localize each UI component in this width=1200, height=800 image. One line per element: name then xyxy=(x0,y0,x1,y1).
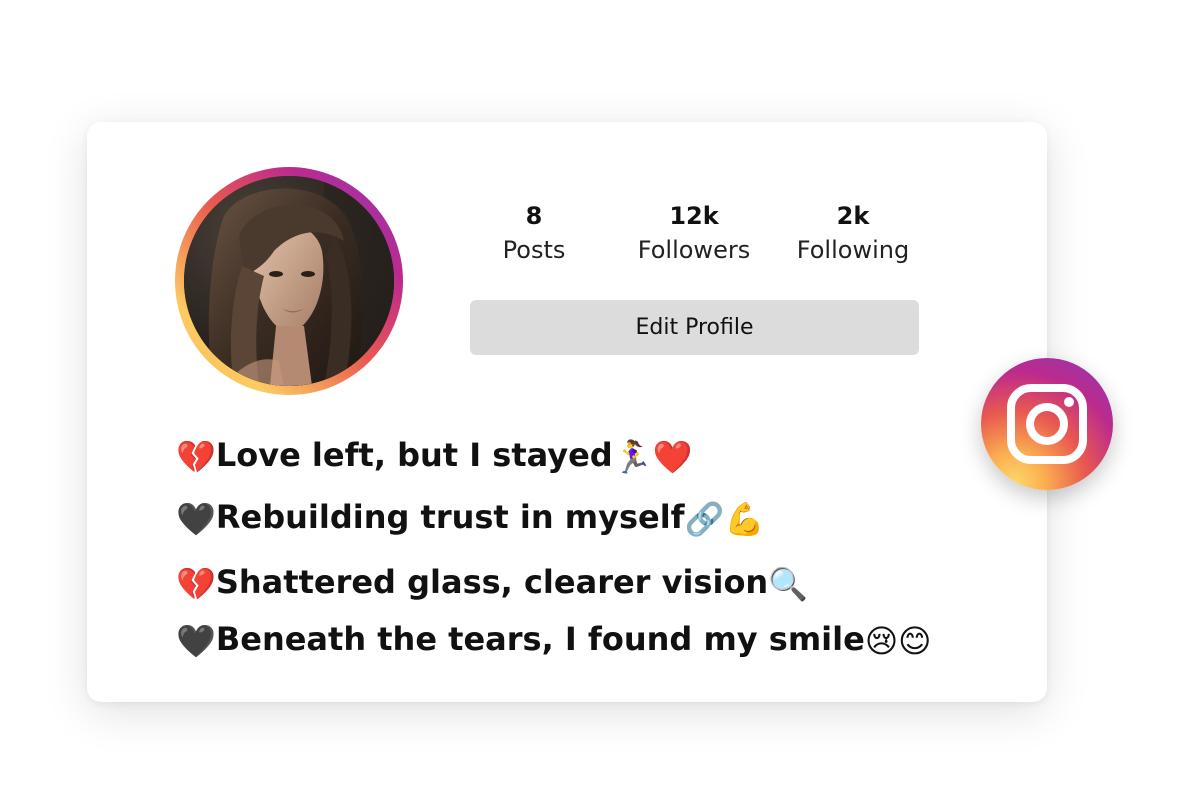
running-woman-red-heart-icon: 🏃‍♀️❤️ xyxy=(612,438,693,476)
stat-following-count: 2k xyxy=(836,202,870,230)
black-heart-icon: 🖤 xyxy=(176,622,216,660)
stat-following-label: Following xyxy=(796,236,910,264)
stat-followers-label: Followers xyxy=(637,236,751,264)
avatar xyxy=(184,176,394,386)
edit-profile-button[interactable]: Edit Profile xyxy=(470,300,919,355)
bio-line-3-text: Shattered glass, clearer vision xyxy=(215,563,769,601)
bio-line-4-text: Beneath the tears, I found my smile xyxy=(215,620,865,658)
bio-line-4: 🖤 Beneath the tears, I found my smile😢😊 xyxy=(176,614,932,664)
magnifying-glass-icon: 🔍 xyxy=(768,565,809,603)
instagram-logo-icon xyxy=(981,358,1113,490)
crying-smiling-face-icon: 😢😊 xyxy=(864,622,932,660)
stat-followers[interactable]: 12k Followers xyxy=(619,200,769,268)
bio-line-1-text: Love left, but I stayed xyxy=(215,436,613,474)
stat-posts-count: 8 xyxy=(525,202,543,230)
broken-heart-icon: 💔 xyxy=(176,565,216,603)
avatar-story-ring[interactable] xyxy=(175,167,403,395)
stat-following[interactable]: 2k Following xyxy=(778,200,928,268)
profile-stats: 8 Posts 12k Followers 2k Following xyxy=(470,200,920,270)
instagram-glyph-icon xyxy=(1007,384,1087,464)
bio-line-2-text: Rebuilding trust in myself xyxy=(215,498,685,536)
bio-line-3: 💔Shattered glass, clearer vision🔍 xyxy=(176,557,808,607)
bio-line-1: 💔Love left, but I stayed🏃‍♀️❤️ xyxy=(176,430,692,480)
avatar-image xyxy=(184,176,394,386)
black-heart-icon: 🖤 xyxy=(176,500,216,538)
link-flexed-biceps-icon: 🔗💪 xyxy=(684,500,765,538)
stat-posts[interactable]: 8 Posts xyxy=(459,200,609,268)
bio-line-2: 🖤 Rebuilding trust in myself🔗💪 xyxy=(176,492,764,542)
broken-heart-icon: 💔 xyxy=(176,438,216,476)
stat-followers-count: 12k xyxy=(669,202,719,230)
stat-posts-label: Posts xyxy=(502,236,566,264)
